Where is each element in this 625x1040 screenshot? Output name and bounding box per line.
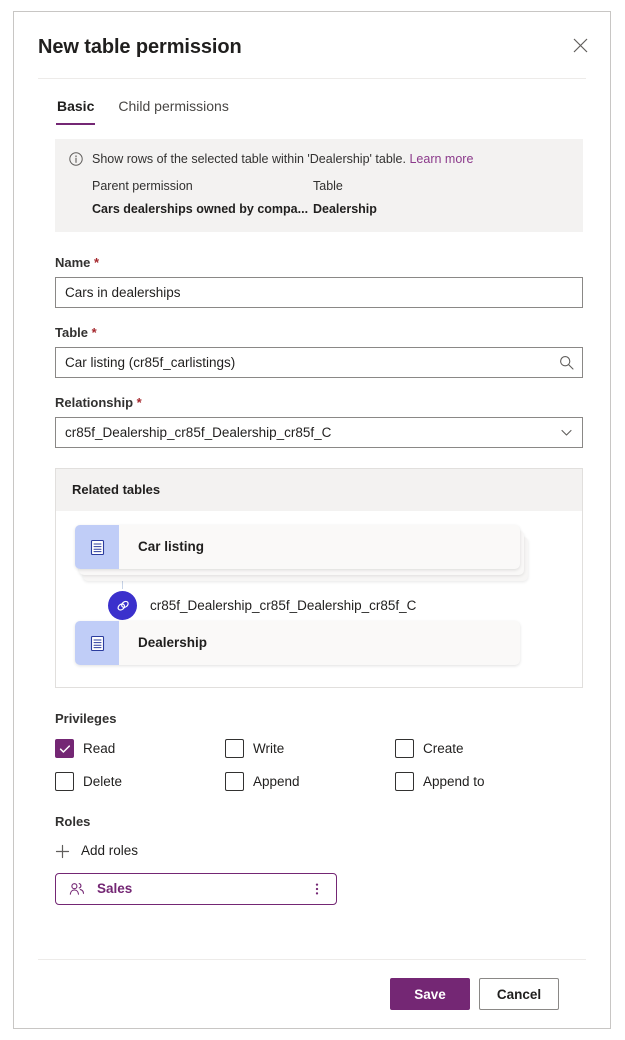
save-button[interactable]: Save bbox=[390, 978, 470, 1010]
privilege-create-label: Create bbox=[423, 740, 464, 756]
info-banner: Show rows of the selected table within '… bbox=[55, 139, 583, 232]
info-circle-icon bbox=[69, 152, 83, 166]
relationship-field-group: Relationship * bbox=[55, 394, 583, 448]
roles-label: Roles bbox=[55, 814, 91, 829]
info-banner-message: Show rows of the selected table within '… bbox=[92, 152, 406, 166]
source-table-card[interactable]: Car listing bbox=[75, 525, 520, 569]
more-vertical-icon[interactable] bbox=[310, 882, 324, 896]
person-group-icon bbox=[69, 881, 85, 897]
parent-permission-header: Parent permission bbox=[92, 179, 193, 193]
privilege-delete[interactable]: Delete bbox=[55, 772, 225, 791]
privileges-label: Privileges bbox=[55, 711, 117, 726]
name-input-wrap bbox=[55, 277, 583, 308]
privilege-append-to[interactable]: Append to bbox=[395, 772, 583, 791]
table-field-group: Table * bbox=[55, 324, 583, 378]
info-banner-message-row: Show rows of the selected table within '… bbox=[69, 151, 569, 168]
table-required-mark: * bbox=[91, 325, 97, 340]
relationship-node[interactable]: cr85f_Dealership_cr85f_Dealership_cr85f_… bbox=[108, 591, 416, 620]
search-icon[interactable] bbox=[557, 347, 575, 378]
table-input[interactable] bbox=[55, 347, 583, 378]
role-chip-sales[interactable]: Sales bbox=[55, 873, 337, 905]
checkbox-delete[interactable] bbox=[55, 772, 74, 791]
source-table-card-stack[interactable]: Car listing bbox=[75, 525, 533, 581]
checkbox-create[interactable] bbox=[395, 739, 414, 758]
dialog-body: Show rows of the selected table within '… bbox=[14, 125, 610, 959]
dialog-footer: Save Cancel bbox=[38, 959, 586, 1028]
add-roles-button[interactable]: Add roles bbox=[55, 842, 138, 860]
checkbox-read[interactable] bbox=[55, 739, 74, 758]
privilege-write-label: Write bbox=[253, 740, 285, 756]
page-title: New table permission bbox=[38, 36, 242, 58]
checkbox-append-to[interactable] bbox=[395, 772, 414, 791]
relationship-input-wrap bbox=[55, 417, 583, 448]
close-icon[interactable] bbox=[564, 29, 596, 61]
name-required-mark: * bbox=[94, 255, 100, 270]
source-table-name: Car listing bbox=[138, 539, 205, 554]
table-input-wrap bbox=[55, 347, 583, 378]
table-value: Dealership bbox=[313, 202, 377, 216]
privilege-read[interactable]: Read bbox=[55, 739, 225, 758]
tab-list: Basic Child permissions bbox=[14, 79, 610, 125]
target-table-card[interactable]: Dealership bbox=[75, 621, 520, 665]
table-header: Table bbox=[313, 179, 343, 193]
cancel-button[interactable]: Cancel bbox=[479, 978, 559, 1010]
checkbox-append[interactable] bbox=[225, 772, 244, 791]
dialog-header: New table permission bbox=[14, 12, 610, 78]
table-label: Table * bbox=[55, 325, 97, 340]
privilege-append-label: Append bbox=[253, 773, 300, 789]
privileges-grid: Read Write Create Delete Append Append t… bbox=[55, 739, 583, 791]
learn-more-link[interactable]: Learn more bbox=[409, 152, 473, 166]
table-icon bbox=[75, 525, 119, 569]
plus-icon bbox=[55, 844, 70, 859]
tab-basic[interactable]: Basic bbox=[56, 93, 96, 125]
privilege-delete-label: Delete bbox=[83, 773, 123, 789]
name-field-group: Name * bbox=[55, 254, 583, 308]
target-table-name: Dealership bbox=[138, 635, 208, 650]
parent-permission-value: Cars dealerships owned by compa... bbox=[92, 202, 309, 216]
related-tables-panel: Related tables Car listing cr85f_Dealers… bbox=[55, 468, 583, 688]
privilege-create[interactable]: Create bbox=[395, 739, 583, 758]
related-tables-header: Related tables bbox=[56, 469, 582, 511]
link-icon bbox=[108, 591, 137, 620]
relationship-label: Relationship * bbox=[55, 395, 142, 410]
name-label: Name * bbox=[55, 255, 100, 270]
info-banner-details: Parent permission Table Cars dealerships… bbox=[69, 177, 569, 218]
new-table-permission-dialog: New table permission Basic Child permiss… bbox=[13, 11, 611, 1029]
relationship-node-label: cr85f_Dealership_cr85f_Dealership_cr85f_… bbox=[150, 597, 417, 613]
related-tables-diagram: Car listing cr85f_Dealership_cr85f_Deale… bbox=[56, 511, 582, 687]
chevron-down-icon[interactable] bbox=[557, 417, 575, 448]
relationship-select[interactable] bbox=[55, 417, 583, 448]
privilege-read-label: Read bbox=[83, 740, 116, 756]
relationship-required-mark: * bbox=[136, 395, 142, 410]
privilege-append[interactable]: Append bbox=[225, 772, 395, 791]
table-icon bbox=[75, 621, 119, 665]
role-name: Sales bbox=[97, 881, 133, 896]
name-input[interactable] bbox=[55, 277, 583, 308]
privilege-append-to-label: Append to bbox=[423, 773, 485, 789]
add-roles-label: Add roles bbox=[81, 843, 139, 858]
tab-child-permissions[interactable]: Child permissions bbox=[117, 93, 229, 125]
privilege-write[interactable]: Write bbox=[225, 739, 395, 758]
info-banner-text: Show rows of the selected table within '… bbox=[92, 151, 473, 168]
checkbox-write[interactable] bbox=[225, 739, 244, 758]
